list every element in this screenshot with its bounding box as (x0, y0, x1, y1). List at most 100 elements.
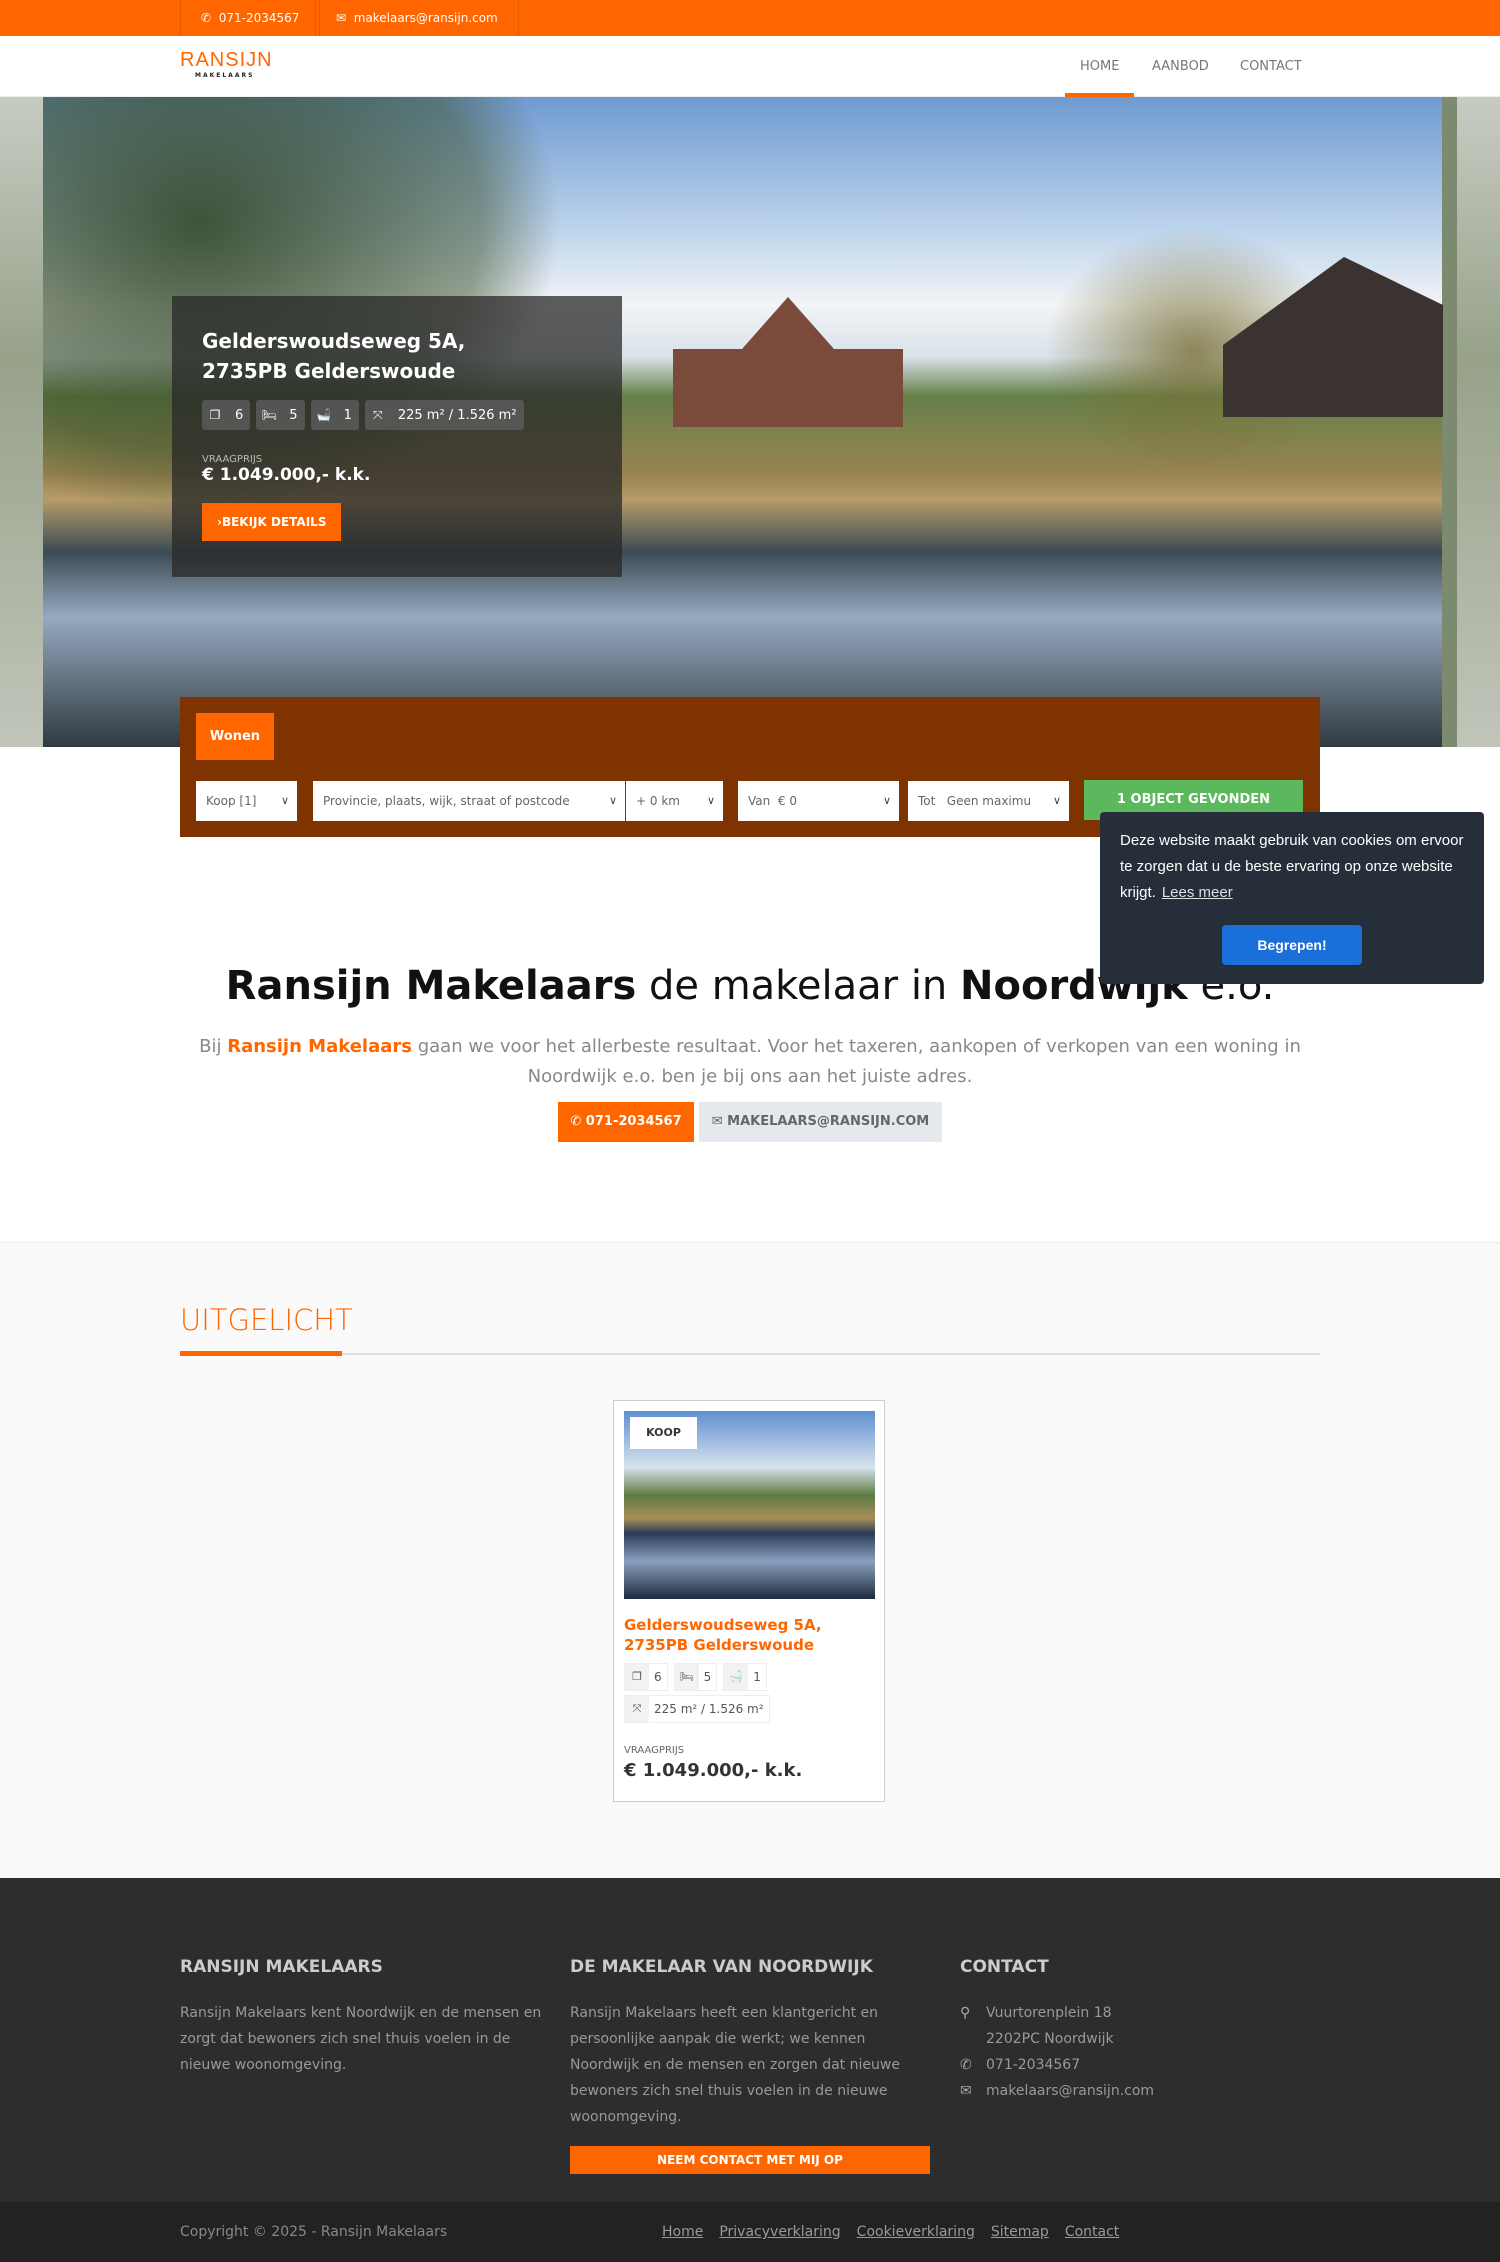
contact-button[interactable]: NEEM CONTACT MET MIJ OP (570, 2146, 930, 2174)
listing-badge: KOOP (630, 1417, 697, 1449)
area-chip: ⤧ 225 m² / 1.526 m² (624, 1695, 770, 1723)
footer-link-privacy[interactable]: Privacyverklaring (719, 2224, 840, 2240)
bathrooms-value: 1 (343, 407, 352, 423)
footer-text: Ransijn Makelaars kent Noordwijk en de m… (180, 2005, 542, 2073)
phone-button[interactable]: ✆ 071-2034567 (558, 1102, 694, 1142)
p-brand: Ransijn Makelaars (227, 1036, 412, 1057)
bathrooms-value: 1 (753, 1670, 761, 1684)
nav-aanbod[interactable]: AANBOD (1152, 36, 1209, 97)
bedrooms-chip: 🛏 5 (673, 1663, 718, 1691)
envelope-icon: ✉ (960, 2083, 972, 2099)
email-button-label: MAKELAARS@RANSIJN.COM (727, 1114, 930, 1129)
bath-icon: 🛁 (316, 408, 332, 422)
topbar-phone-text: 071-2034567 (218, 11, 300, 25)
featured-section: UITGELICHT KOOP Gelderswoudseweg 5A, 273… (0, 1242, 1500, 1878)
divider (180, 1353, 1320, 1355)
price-from-select[interactable]: Van € 0 ∨ (738, 781, 899, 821)
price-to-select[interactable]: Tot Geen maximu ∨ (908, 781, 1069, 821)
rooms-icon: ❐ (209, 408, 221, 422)
footer-col-makelaar: DE MAKELAAR VAN NOORDWIJK Ransijn Makela… (570, 1954, 935, 2174)
to-value: Geen maximu (946, 794, 1032, 808)
bedrooms-value: 5 (289, 407, 298, 423)
chevron-down-icon: ∨ (882, 794, 891, 807)
area-chip: ⤧ 225 m² / 1.526 m² (364, 400, 524, 430)
expand-icon: ⤧ (373, 407, 383, 422)
chevron-down-icon: ∨ (608, 794, 617, 807)
footer-email[interactable]: makelaars@ransijn.com (986, 2078, 1154, 2104)
listing-image[interactable]: KOOP (624, 1411, 875, 1599)
bottom-bar: Copyright © 2025 - Ransijn Makelaars Hom… (0, 2202, 1500, 2262)
footer-link-contact[interactable]: Contact (1065, 2224, 1119, 2240)
area-value: 225 m² / 1.526 m² (654, 1702, 764, 1716)
footer-text: Ransijn Makelaars heeft een klantgericht… (570, 2005, 900, 2125)
rooms-chip: ❐ 6 (624, 1663, 668, 1691)
title-brand: Ransijn Makelaars (225, 963, 637, 1009)
listing-title[interactable]: Gelderswoudseweg 5A, 2735PB Gelderswoude (624, 1615, 874, 1655)
listing-card[interactable]: KOOP Gelderswoudseweg 5A, 2735PB Gelders… (613, 1400, 885, 1802)
topbar-phone[interactable]: ✆ 071-2034567 (180, 0, 321, 36)
expand-icon: ⤧ (625, 1696, 649, 1722)
nav-home[interactable]: HOME (1065, 36, 1135, 97)
price: € 1.049.000,- k.k. (202, 465, 371, 485)
chevron-down-icon: ∨ (1052, 794, 1061, 807)
cookie-accept-button[interactable]: Begrepen! (1222, 925, 1362, 965)
top-bar: ✆ 071-2034567 ✉ makelaars@ransijn.com (0, 0, 1500, 36)
footer: RANSIJN MAKELAARS Ransijn Makelaars kent… (0, 1878, 1500, 2202)
logo[interactable]: RANSIJN MAKELAARS (180, 49, 273, 79)
footer-heading: RANSIJN MAKELAARS (180, 1957, 383, 1977)
chevron-down-icon: ∨ (280, 794, 289, 807)
hero-listing-overlay: Gelderswoudseweg 5A, 2735PB Gelderswoude… (172, 296, 622, 577)
bed-icon: 🛏 (674, 1664, 699, 1690)
location-placeholder: Provincie, plaats, wijk, straat of postc… (323, 794, 570, 808)
phone-button-label: 071-2034567 (585, 1114, 682, 1129)
topbar-email-text: makelaars@ransijn.com (353, 11, 498, 25)
radius-value: + 0 km (636, 794, 680, 808)
footer-col-about: RANSIJN MAKELAARS Ransijn Makelaars kent… (180, 1954, 550, 2078)
bedrooms-chip: 🛏 5 (256, 400, 305, 430)
nav-contact[interactable]: CONTACT (1240, 36, 1302, 97)
featured-heading: UITGELICHT (180, 1303, 353, 1337)
to-label: Tot (918, 794, 936, 808)
cookie-banner: Deze website maakt gebruik van cookies o… (1100, 812, 1484, 984)
logo-main: RANSIJN (180, 49, 273, 71)
bedrooms-value: 5 (703, 1670, 712, 1684)
topbar-email[interactable]: ✉ makelaars@ransijn.com (315, 0, 519, 36)
footer-phone[interactable]: 071-2034567 (986, 2052, 1080, 2078)
footer-col-contact: CONTACT ⚲ Vuurtorenplein 18 2202PC Noordw… (960, 1954, 1160, 2104)
footer-link-cookies[interactable]: Cookieverklaring (857, 2224, 975, 2240)
phone-icon: ✆ (570, 1114, 582, 1129)
footer-link-home[interactable]: Home (662, 2224, 703, 2240)
price: € 1.049.000,- k.k. (624, 1760, 803, 1781)
footer-street: Vuurtorenplein 18 (986, 2005, 1112, 2021)
cookie-read-more-link[interactable]: Lees meer (1162, 884, 1233, 901)
details-button-label: BEKIJK DETAILS (221, 515, 327, 529)
location-input[interactable]: Provincie, plaats, wijk, straat of postc… (313, 781, 625, 821)
bath-icon: 🛁 (724, 1664, 749, 1690)
envelope-icon: ✉ (711, 1114, 723, 1129)
details-button[interactable]: ›BEKIJK DETAILS (202, 503, 342, 541)
map-marker-icon: ⚲ (960, 2005, 971, 2021)
bathrooms-chip: 🛁 1 (310, 400, 359, 430)
footer-heading: DE MAKELAAR VAN NOORDWIJK (570, 1957, 873, 1977)
footer-link-sitemap[interactable]: Sitemap (991, 2224, 1049, 2240)
footer-heading: CONTACT (960, 1957, 1049, 1977)
house (673, 297, 903, 427)
type-select[interactable]: Koop [1] ∨ (196, 781, 297, 821)
bathrooms-chip: 🛁 1 (723, 1663, 767, 1691)
from-value: € 0 (777, 794, 797, 808)
bed-icon: 🛏 (261, 408, 277, 422)
p-rest: gaan we voor het allerbeste resultaat. V… (411, 1036, 1301, 1087)
email-button[interactable]: ✉ MAKELAARS@RANSIJN.COM (699, 1102, 942, 1142)
radius-select[interactable]: + 0 km ∨ (626, 781, 723, 821)
price-label: VRAAGPRIJS (202, 454, 263, 465)
footer-city: 2202PC Noordwijk (986, 2031, 1114, 2047)
p-start: Bij (199, 1036, 228, 1057)
envelope-icon: ✉ (336, 11, 347, 25)
title-mid: de makelaar in (636, 963, 960, 1009)
phone-icon: ✆ (960, 2057, 972, 2073)
bottom-links: Home Privacyverklaring Cookieverklaring Sit… (662, 2202, 1135, 2262)
tab-wonen[interactable]: Wonen (196, 713, 274, 760)
copyright: Copyright © 2025 - Ransijn Makelaars (180, 2224, 448, 2240)
rooms-chip: ❐ 6 (202, 400, 251, 430)
type-value: Koop [1] (206, 794, 257, 808)
